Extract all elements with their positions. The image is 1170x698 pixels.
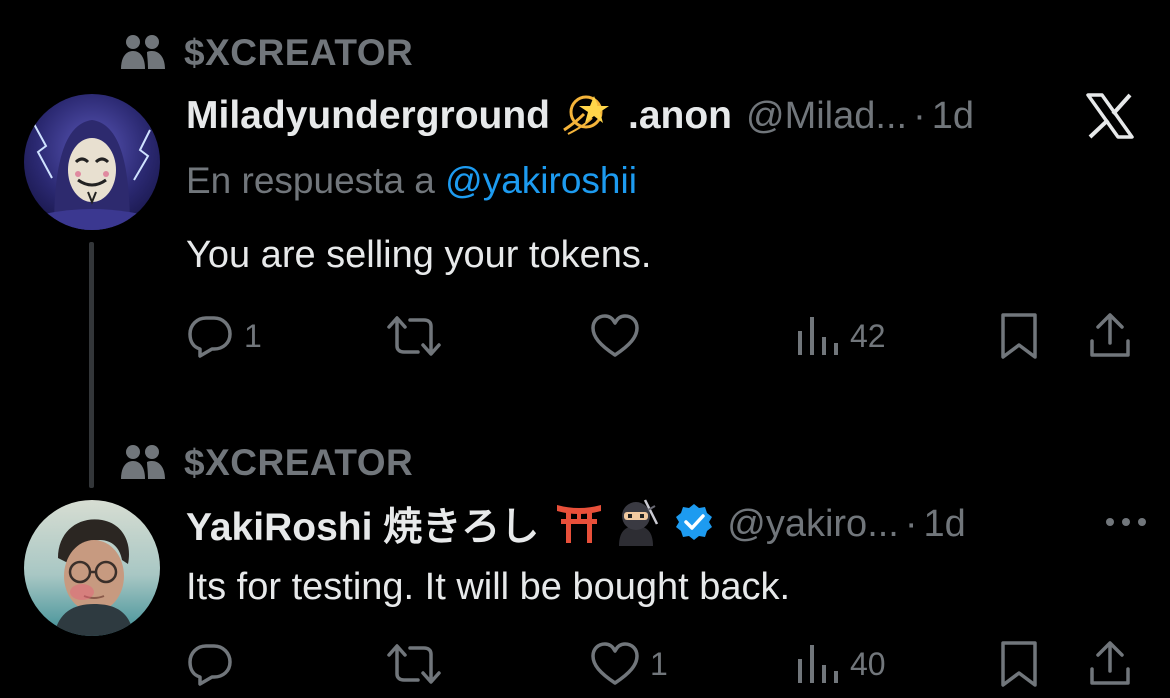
tweet-header: Miladyunderground .anon @Milad... · 1d [186,88,1150,144]
views-icon [798,645,838,683]
avatar-image [24,500,160,636]
separator-dot: · [913,94,926,137]
user-handle[interactable]: @yakiro... [727,503,899,546]
torii-gate-emoji-icon [555,499,603,550]
like-button[interactable] [590,306,650,366]
timestamp[interactable]: 1d [924,503,966,546]
community-label[interactable]: $XCREATOR [120,442,413,484]
reply-prefix: En respuesta a [186,160,435,201]
bookmark-button[interactable] [998,306,1040,366]
reply-icon [188,644,232,686]
user-handle[interactable]: @Milad... [746,95,907,138]
reply-icon [188,316,232,358]
share-button[interactable] [1086,634,1134,694]
ninja-emoji-icon [611,498,661,551]
tweet-text: Its for testing. It will be bought back. [186,566,791,608]
heart-icon [591,314,639,357]
views-icon [798,317,838,355]
reply-button[interactable] [186,634,244,694]
bookmark-button[interactable] [998,634,1040,694]
avatar[interactable] [24,500,160,636]
repost-icon [387,316,441,356]
heart-icon [591,642,639,685]
community-name: $XCREATOR [184,32,414,73]
views-button[interactable]: 42 [796,306,886,366]
bookmark-icon [1001,313,1037,359]
tweet[interactable]: $XCREATOR YakiRoshi 焼きろし @yakiro... · 1d… [0,430,1170,698]
repost-button[interactable] [386,306,452,366]
tweet-header: YakiRoshi 焼きろし @yakiro... · 1d [186,496,1150,552]
share-button[interactable] [1086,306,1134,366]
verified-badge-icon [675,503,713,546]
x-logo-icon [1086,93,1134,139]
reply-context: En respuesta a @yakiroshii [186,160,637,202]
timestamp[interactable]: 1d [932,95,974,138]
community-name: $XCREATOR [184,442,414,483]
tweet-actions: 1 40 [0,634,1170,694]
views-button[interactable]: 40 [796,634,886,694]
dizzy-emoji-icon [558,92,614,141]
tweet[interactable]: $XCREATOR Miladyunderground .anon @Milad… [0,0,1170,488]
like-button[interactable]: 1 [590,634,668,694]
views-count: 42 [850,317,886,354]
tweet-text: You are selling your tokens. [186,234,652,276]
repost-button[interactable] [386,634,452,694]
avatar-image [24,94,160,230]
separator-dot: · [904,502,918,545]
reply-mention-link[interactable]: @yakiroshii [445,160,637,201]
repost-icon [387,644,441,684]
display-name[interactable]: Miladyunderground [186,94,550,138]
reply-count: 1 [244,317,262,354]
community-icon [121,445,165,479]
avatar[interactable] [24,94,160,230]
more-icon[interactable] [1104,516,1148,528]
community-label[interactable]: $XCREATOR [120,32,413,74]
display-name-suffix: .anon [628,94,732,137]
community-icon [121,35,165,69]
share-icon [1090,641,1130,685]
display-name[interactable]: YakiRoshi 焼きろし [186,496,539,552]
bookmark-icon [1001,641,1037,687]
reply-button[interactable]: 1 [186,306,262,366]
like-count: 1 [650,645,668,682]
share-icon [1090,313,1130,357]
views-count: 40 [850,645,886,682]
tweet-actions: 1 42 [0,306,1170,366]
